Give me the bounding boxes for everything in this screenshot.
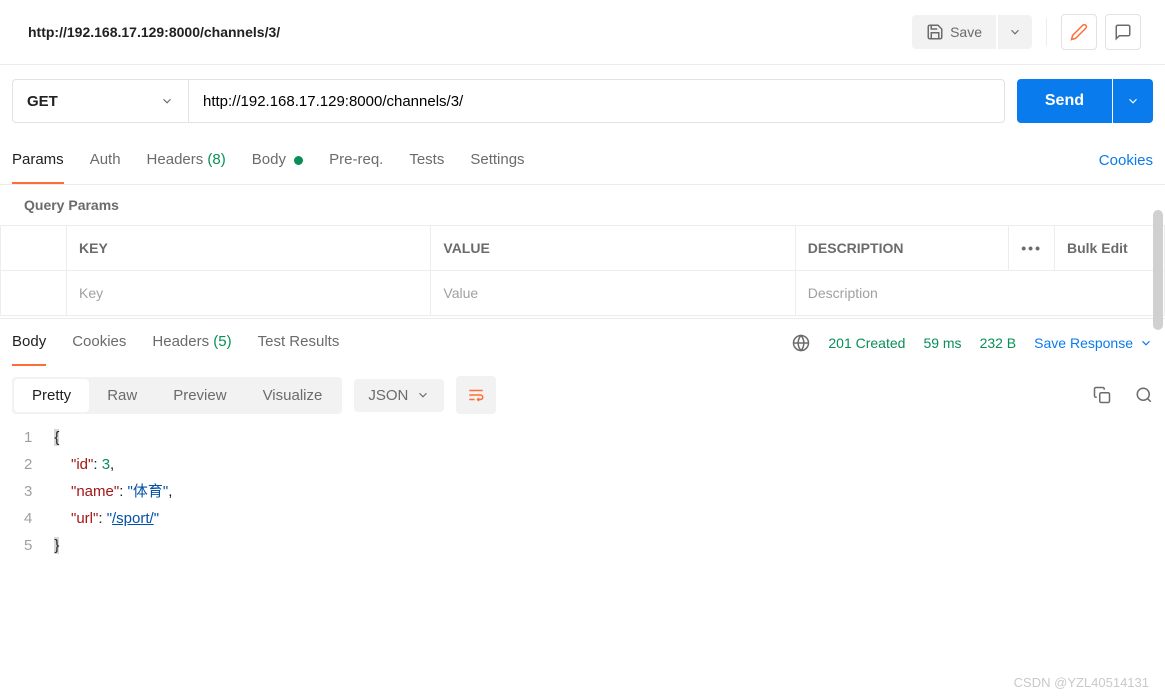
line-num: 3: [24, 478, 32, 505]
tab-params[interactable]: Params: [12, 137, 64, 184]
save-response-label: Save Response: [1034, 335, 1133, 351]
floppy-icon: [926, 23, 944, 41]
code-body: { "id": 3, "name": "体育", "url": "/sport/…: [54, 424, 172, 559]
save-label: Save: [950, 24, 982, 40]
tab-body-label: Body: [252, 151, 286, 168]
title-actions: Save: [912, 14, 1141, 50]
response-size: 232 B: [980, 335, 1017, 351]
brace-open: {: [54, 429, 59, 446]
col-lead: [1, 226, 67, 271]
request-title: http://192.168.17.129:8000/channels/3/: [28, 24, 280, 40]
response-body-viewer[interactable]: 1 2 3 4 5 { "id": 3, "name": "体育", "url"…: [0, 424, 1165, 559]
resp-tab-cookies[interactable]: Cookies: [72, 319, 126, 366]
save-button-group: Save: [912, 15, 1032, 49]
chevron-down-icon: [416, 388, 430, 402]
scrollbar[interactable]: [1153, 210, 1163, 630]
view-visualize[interactable]: Visualize: [245, 379, 341, 412]
send-dropdown[interactable]: [1113, 79, 1153, 123]
line-num: 2: [24, 451, 32, 478]
view-preview[interactable]: Preview: [155, 379, 244, 412]
col-desc: DESCRIPTION: [795, 226, 1009, 271]
query-params-table: KEY VALUE DESCRIPTION ••• Bulk Edit: [0, 225, 1165, 316]
search-icon: [1135, 386, 1153, 404]
tab-tests[interactable]: Tests: [409, 137, 444, 184]
send-button[interactable]: Send: [1017, 79, 1112, 123]
line-num: 5: [24, 532, 32, 559]
globe-icon[interactable]: [792, 334, 810, 352]
http-method-value: GET: [27, 93, 58, 110]
json-number: 3: [102, 456, 110, 473]
tab-prereq[interactable]: Pre-req.: [329, 137, 383, 184]
col-value: VALUE: [431, 226, 795, 271]
brace-close: }: [54, 537, 59, 554]
row-lead: [1, 271, 67, 316]
chevron-down-icon: [160, 94, 174, 108]
col-key: KEY: [67, 226, 431, 271]
json-string-quote: ": [154, 510, 159, 527]
description-input[interactable]: [808, 285, 1152, 301]
bulk-edit-button[interactable]: Bulk Edit: [1055, 226, 1165, 271]
edit-button[interactable]: [1061, 14, 1097, 50]
query-params-title: Query Params: [0, 185, 1165, 225]
response-status: 201 Created: [828, 335, 905, 351]
tab-body[interactable]: Body: [252, 137, 303, 184]
json-key: "name": [71, 483, 119, 500]
value-input[interactable]: [443, 285, 782, 301]
json-string: "体育": [128, 483, 169, 500]
tab-headers-label: Headers: [147, 151, 204, 168]
chevron-down-icon: [1008, 25, 1022, 39]
save-button[interactable]: Save: [912, 15, 996, 49]
wrap-lines-button[interactable]: [456, 376, 496, 414]
view-mode-segment: Pretty Raw Preview Visualize: [12, 377, 342, 414]
resp-tab-headers[interactable]: Headers (5): [152, 319, 231, 366]
view-raw[interactable]: Raw: [89, 379, 155, 412]
format-select[interactable]: JSON: [354, 379, 444, 412]
resp-tab-test-results[interactable]: Test Results: [258, 319, 340, 366]
request-url-input[interactable]: [188, 79, 1005, 123]
tab-settings[interactable]: Settings: [470, 137, 524, 184]
tab-headers[interactable]: Headers (8): [147, 137, 226, 184]
line-num: 1: [24, 424, 32, 451]
col-more[interactable]: •••: [1009, 226, 1055, 271]
copy-button[interactable]: [1093, 386, 1111, 404]
line-numbers: 1 2 3 4 5: [24, 424, 54, 559]
view-pretty[interactable]: Pretty: [14, 379, 89, 412]
tab-headers-count: (8): [207, 151, 225, 168]
save-dropdown[interactable]: [998, 15, 1032, 49]
body-indicator-dot: [294, 156, 303, 165]
json-url: /sport/: [112, 510, 154, 527]
chevron-down-icon: [1139, 336, 1153, 350]
search-button[interactable]: [1135, 386, 1153, 404]
wrap-icon: [467, 386, 485, 404]
line-num: 4: [24, 505, 32, 532]
table-row: [1, 271, 1165, 316]
resp-tab-body[interactable]: Body: [12, 319, 46, 366]
tab-auth[interactable]: Auth: [90, 137, 121, 184]
http-method-select[interactable]: GET: [12, 79, 188, 123]
pencil-icon: [1070, 23, 1088, 41]
copy-icon: [1093, 386, 1111, 404]
json-key: "id": [71, 456, 93, 473]
cookies-link[interactable]: Cookies: [1099, 138, 1153, 183]
save-response-button[interactable]: Save Response: [1034, 335, 1153, 351]
comment-icon: [1114, 23, 1132, 41]
resp-tab-headers-count: (5): [213, 333, 231, 350]
watermark: CSDN @YZL40514131: [1014, 675, 1149, 690]
json-key: "url": [71, 510, 98, 527]
divider: [1046, 18, 1047, 46]
key-input[interactable]: [79, 285, 418, 301]
format-value: JSON: [368, 387, 408, 404]
response-time: 59 ms: [923, 335, 961, 351]
resp-tab-headers-label: Headers: [152, 333, 209, 350]
chevron-down-icon: [1126, 94, 1140, 108]
comment-button[interactable]: [1105, 14, 1141, 50]
